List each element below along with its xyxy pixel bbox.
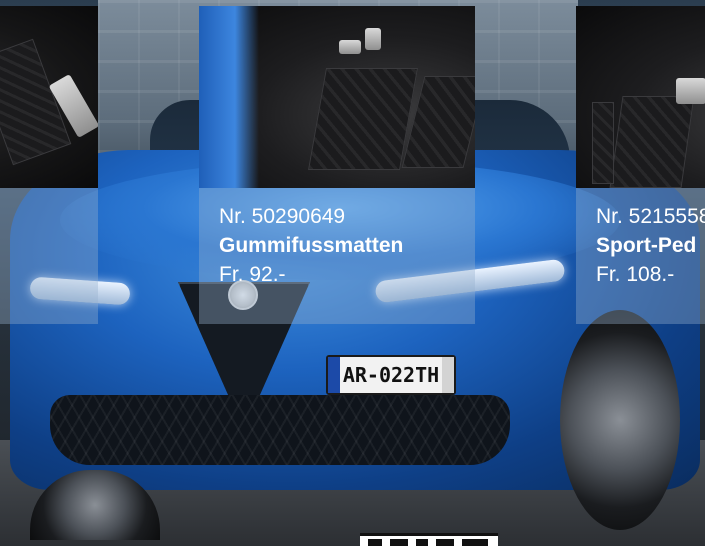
product-info-1: [0, 188, 98, 324]
logo-mark: [390, 539, 408, 546]
logo-mark: [368, 539, 382, 546]
sport-pedal-icon: [676, 78, 705, 104]
product-number: Nr. 50290649: [219, 205, 346, 228]
floor-mat-image: [609, 96, 695, 188]
plate-country-strip: [328, 357, 340, 393]
wheel-right: [560, 310, 680, 530]
product-title: Gummifussmatten: [219, 234, 404, 257]
logo-mark: [436, 539, 454, 546]
product-photo-1: [0, 6, 98, 188]
product-photo-2: [199, 6, 475, 188]
license-plate: AR-022TH: [326, 355, 456, 395]
product-info-2: Nr. 50290649 Gummifussmatten Fr. 92.-: [199, 188, 475, 324]
logo-mark: [462, 539, 488, 546]
product-price: Fr. 108.-: [596, 263, 675, 286]
interior-trim: [592, 102, 614, 184]
product-card-2[interactable]: Nr. 50290649 Gummifussmatten Fr. 92.-: [199, 6, 475, 324]
product-card-1[interactable]: [0, 6, 98, 324]
product-card-3[interactable]: Nr. 5215558 Sport-Ped Fr. 108.-: [576, 6, 705, 324]
pedal-icon: [339, 40, 361, 54]
product-title: Sport-Ped: [596, 234, 697, 257]
license-plate-text: AR-022TH: [342, 363, 440, 387]
product-number: Nr. 5215558: [596, 205, 705, 228]
product-photo-3: [576, 6, 705, 188]
door-accent: [199, 6, 259, 188]
hero-stage: AR-022TH Nr. 50290649 Gummifussmatten Fr…: [0, 0, 705, 546]
logo-mark: [416, 539, 428, 546]
floor-mat-image: [308, 68, 418, 170]
footer-logo: [360, 533, 498, 546]
product-info-3: Nr. 5215558 Sport-Ped Fr. 108.-: [576, 188, 705, 324]
product-price: Fr. 92.-: [219, 263, 286, 286]
plate-canton-strip: [442, 357, 454, 393]
car-lower-grille: [50, 395, 510, 465]
pedal-icon: [365, 28, 381, 50]
